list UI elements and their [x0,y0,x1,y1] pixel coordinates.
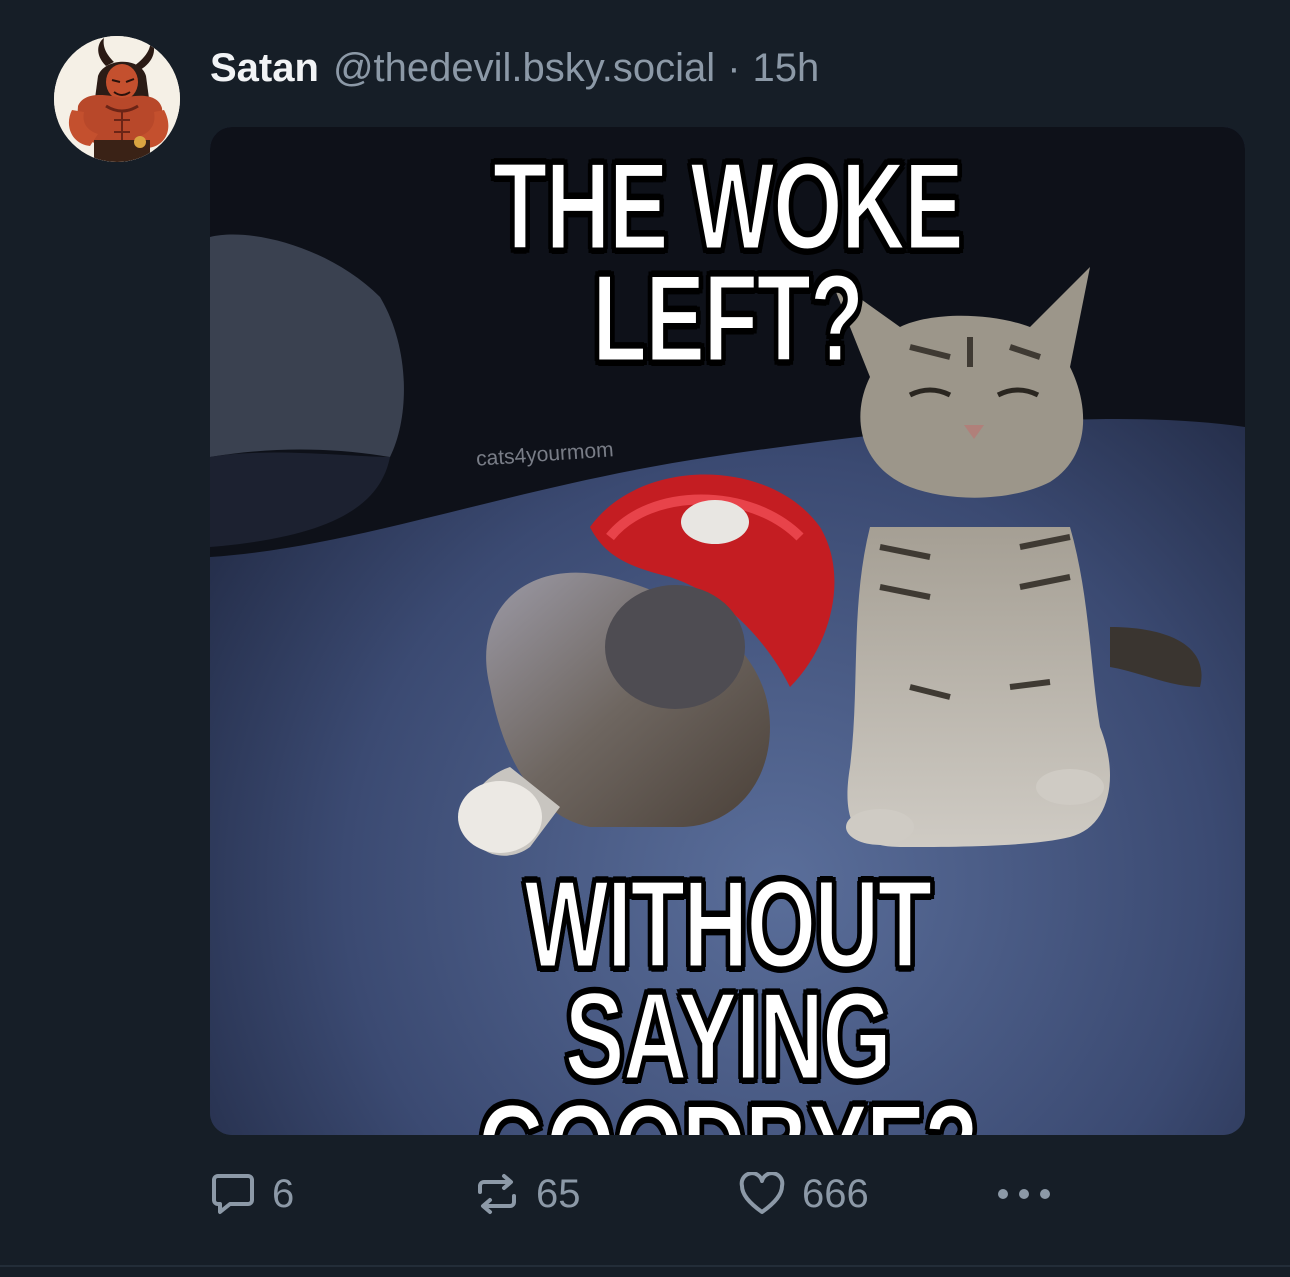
devil-avatar-icon [54,36,180,162]
more-icon [998,1189,1050,1199]
separator-dot: · [727,46,741,90]
post[interactable]: Satan @thedevil.bsky.social · 15h cats4y… [0,0,1290,1277]
post-header: Satan @thedevil.bsky.social · 15h [210,42,819,94]
post-timestamp[interactable]: 15h [753,42,820,94]
post-image[interactable]: cats4yourmom THE WOKE LEFT? WITHOUT SAYI… [210,127,1245,1135]
repost-icon [478,1174,516,1214]
meme-top-text: THE WOKE LEFT? [492,138,965,388]
heart-icon [739,1172,785,1214]
avatar[interactable] [54,36,180,162]
reply-button[interactable]: 6 [210,1166,294,1222]
like-button[interactable]: 666 [738,1166,869,1222]
repost-button[interactable]: 65 [474,1166,581,1222]
post-actions: 6 65 666 [0,1166,1290,1222]
like-count: 666 [802,1171,869,1216]
reply-count: 6 [272,1171,295,1216]
meme-bottom-text: WITHOUT SAYING GOODBYE? [477,856,980,1136]
author-display-name[interactable]: Satan [210,42,319,94]
author-handle[interactable]: @thedevil.bsky.social [333,42,715,94]
more-options-button[interactable] [996,1166,1052,1222]
reply-icon [212,1174,254,1214]
post-divider [0,1265,1290,1267]
repost-count: 65 [536,1171,581,1216]
